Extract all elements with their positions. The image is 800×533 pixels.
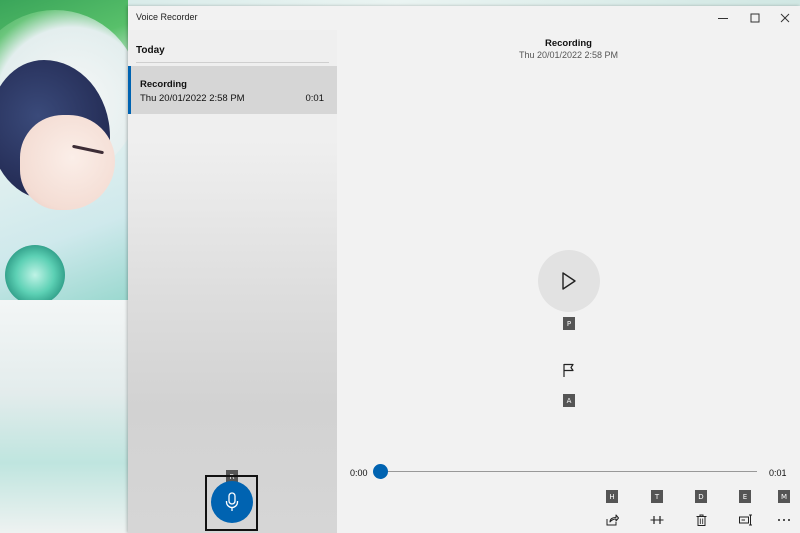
current-time: 0:00	[350, 468, 368, 478]
desktop-wallpaper	[0, 0, 128, 533]
group-header-today: Today	[136, 45, 165, 56]
record-button-focus[interactable]	[205, 475, 258, 531]
recording-title: Recording	[545, 38, 592, 49]
voice-recorder-window: Voice Recorder Today Recording Thu 20/01…	[128, 6, 800, 533]
access-key-trim: T	[651, 490, 663, 503]
trim-button[interactable]	[647, 511, 667, 529]
share-icon	[606, 514, 619, 526]
maximize-button[interactable]	[740, 8, 770, 28]
minimize-button[interactable]	[708, 8, 738, 28]
maximize-icon	[750, 13, 760, 23]
microphone-icon	[225, 492, 239, 511]
playback-slider-thumb[interactable]	[373, 464, 388, 479]
recording-item-duration: 0:01	[305, 93, 325, 104]
selection-indicator	[128, 66, 131, 114]
add-marker-button[interactable]	[561, 362, 577, 378]
flag-icon	[563, 363, 574, 377]
more-icon	[778, 519, 790, 521]
recording-item-date: Thu 20/01/2022 2:58 PM	[140, 93, 245, 104]
total-time: 0:01	[769, 468, 787, 478]
trim-icon	[650, 516, 664, 524]
access-key-share: H	[606, 490, 618, 503]
play-icon	[562, 272, 576, 290]
title-bar[interactable]: Voice Recorder	[128, 6, 800, 30]
group-divider	[136, 62, 329, 63]
more-button[interactable]	[774, 511, 794, 529]
minimize-icon	[718, 18, 728, 19]
access-key-play: P	[563, 317, 575, 330]
window-title: Voice Recorder	[136, 12, 198, 22]
trash-icon	[696, 514, 706, 526]
access-key-more: M	[778, 490, 790, 503]
playback-track[interactable]	[380, 471, 757, 472]
recording-item-name: Recording	[140, 79, 187, 90]
rename-icon	[739, 514, 752, 526]
recordings-pane: Today Recording Thu 20/01/2022 2:58 PM 0…	[128, 30, 337, 533]
recording-list-item[interactable]: Recording Thu 20/01/2022 2:58 PM 0:01	[128, 66, 337, 114]
delete-button[interactable]	[691, 511, 711, 529]
access-key-delete: D	[695, 490, 707, 503]
access-key-add-marker: A	[563, 394, 575, 407]
close-icon	[780, 13, 790, 23]
play-button[interactable]	[538, 250, 600, 312]
record-button[interactable]	[211, 481, 253, 523]
rename-button[interactable]	[736, 511, 756, 529]
close-button[interactable]	[770, 8, 800, 28]
share-button[interactable]	[602, 511, 622, 529]
recording-date: Thu 20/01/2022 2:58 PM	[518, 50, 619, 60]
access-key-rename: E	[739, 490, 751, 503]
